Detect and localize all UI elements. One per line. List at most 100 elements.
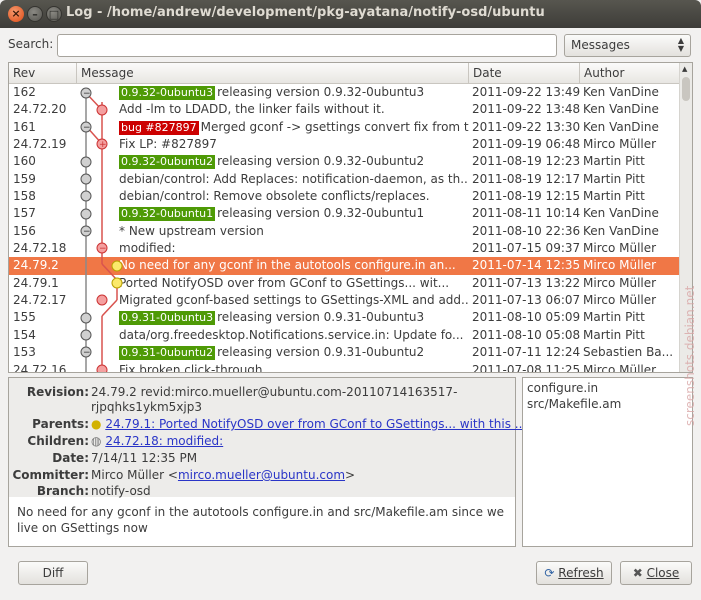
message-text: releasing version 0.9.32-0ubuntu3 (217, 85, 425, 99)
message-cell: * New upstream version (119, 223, 469, 240)
child-node-icon: ◍ (91, 434, 102, 448)
author-cell: Ken VanDine (583, 102, 659, 117)
rev-cell: 24.72.17 (13, 293, 67, 308)
column-header-author[interactable]: Author (580, 63, 680, 84)
rev-cell: 154 (13, 327, 36, 342)
close-button[interactable]: ✖ Close (620, 561, 692, 585)
date-cell: 2011-08-11 10:14 (472, 206, 580, 221)
tag-badge: 0.9.32-0ubuntu3 (119, 86, 216, 100)
table-row[interactable]: 162 0.9.32-0ubuntu3 releasing version 0.9.… (9, 84, 680, 101)
committer-value: Mirco Müller <mirco.mueller@ubuntu.com> (91, 468, 355, 482)
tag-badge: 0.9.32-0ubuntu2 (119, 155, 216, 170)
table-row[interactable]: 154 data/org.freedesktop.Notifications.se… (9, 327, 680, 344)
author-cell: Mirco Müller (583, 275, 657, 290)
table-row[interactable]: 24.72.19 Fix LP: #827897 2011-09-19 06:48 M… (9, 136, 680, 153)
date-cell: 2011-08-19 12:23 (472, 154, 580, 169)
filter-combo-value: Messages (571, 38, 630, 52)
message-text: Fix broken click-through (119, 362, 263, 373)
scroll-up-icon[interactable]: ▲ (682, 65, 687, 73)
message-text: releasing version 0.9.32-0ubuntu2 (217, 154, 425, 169)
date-cell: 2011-08-19 12:17 (472, 171, 580, 186)
minimize-window-icon[interactable]: – (27, 6, 43, 22)
bug-badge: bug #827897 (119, 120, 199, 135)
table-row[interactable]: 24.72.20 Add -lm to LDADD, the linker fai… (9, 101, 680, 118)
date-cell: 2011-08-10 05:08 (472, 327, 580, 342)
author-cell: Ken VanDine (583, 223, 659, 238)
revision-log-table[interactable]: Rev Message Date Author 162 0.9.32-0ubunt… (8, 62, 693, 373)
rev-cell: 161 (13, 119, 36, 134)
column-header-rev[interactable]: Rev (9, 63, 77, 84)
date-cell: 2011-07-15 09:37 (472, 241, 580, 256)
date-label: Date: (52, 451, 89, 465)
tag-badge: 0.9.31-0ubuntu2 (119, 346, 216, 361)
diff-button[interactable]: Diff (18, 561, 88, 585)
refresh-icon: ⟳ (544, 566, 555, 580)
table-row[interactable]: 159 debian/control: Add Replaces: notific… (9, 171, 680, 188)
message-text: Ported NotifyOSD over from GConf to GSet… (119, 275, 450, 290)
message-cell: Migrated gconf-based settings to GSettin… (119, 292, 469, 309)
author-cell: Martin Pitt (583, 154, 645, 169)
committer-email-link[interactable]: mirco.mueller@ubuntu.com (178, 468, 345, 482)
table-row[interactable]: 153 0.9.31-0ubuntu2 releasing version 0.9.… (9, 344, 680, 361)
message-text: data/org.freedesktop.Notifications.servi… (119, 327, 464, 342)
close-window-icon[interactable]: × (8, 6, 24, 22)
table-row[interactable]: 156 * New upstream version 2011-08-10 22:3… (9, 223, 680, 240)
table-row[interactable]: 24.72.16 Fix broken click-through 2011-07-… (9, 362, 680, 373)
file-item[interactable]: configure.in (527, 380, 688, 396)
message-text: Fix LP: #827897 (119, 137, 217, 152)
rev-cell: 24.72.19 (13, 137, 67, 152)
table-row[interactable]: 24.72.18 modified: 2011-07-15 09:37 Mirco M… (9, 240, 680, 257)
message-cell: 0.9.32-0ubuntu2 releasing version 0.9.32-… (119, 153, 469, 170)
window-title: Log - /home/andrew/development/pkg-ayata… (66, 5, 545, 20)
message-cell: Add -lm to LDADD, the linker fails witho… (119, 101, 469, 118)
parent-node-icon: ● (91, 417, 102, 431)
author-cell: Ken VanDine (583, 206, 659, 221)
file-item[interactable]: src/Makefile.am (527, 396, 688, 412)
table-row[interactable]: 157 0.9.32-0ubuntu1 releasing version 0.9.… (9, 205, 680, 222)
message-text: Merged gconf -> gsettings convert fix fr… (200, 119, 469, 134)
table-row[interactable]: 161 bug #827897 Merged gconf -> gsettings … (9, 119, 680, 136)
maximize-window-icon[interactable]: □ (46, 6, 62, 22)
table-row[interactable]: 158 debian/control: Remove obsolete confl… (9, 188, 680, 205)
author-cell: Martin Pitt (583, 310, 645, 325)
commit-message: No need for any gconf in the autotools c… (17, 505, 505, 535)
column-header-date[interactable]: Date (469, 63, 580, 84)
date-cell: 2011-08-10 22:36 (472, 223, 580, 238)
message-cell: bug #827897 Merged gconf -> gsettings con… (119, 119, 469, 136)
message-text: releasing version 0.9.32-0ubuntu1 (217, 206, 425, 221)
parents-link[interactable]: 24.79.1: Ported NotifyOSD over from GCon… (105, 417, 526, 431)
table-row[interactable]: 155 0.9.31-0ubuntu3 releasing version 0.9.… (9, 309, 680, 326)
refresh-button[interactable]: ⟳ Refresh (536, 561, 612, 585)
message-cell: debian/control: Remove obsolete conflict… (119, 188, 469, 205)
rev-cell: 24.72.18 (13, 241, 67, 256)
log-rows: 162 0.9.32-0ubuntu3 releasing version 0.9.… (9, 84, 680, 373)
branch-label: Branch: (36, 484, 89, 498)
children-label: Children: (27, 434, 89, 448)
scroll-thumb[interactable] (682, 77, 690, 101)
message-cell: modified: (119, 240, 469, 257)
table-row[interactable]: 24.79.1 Ported NotifyOSD over from GConf … (9, 275, 680, 292)
table-row[interactable]: 24.79.2 No need for any gconf in the auto… (9, 257, 680, 275)
column-header-message[interactable]: Message (77, 63, 469, 84)
author-cell: Mirco Müller (583, 258, 657, 273)
changed-files-list[interactable]: configure.in src/Makefile.am (522, 377, 693, 547)
author-cell: Martin Pitt (583, 327, 645, 342)
author-cell: Ken VanDine (583, 119, 659, 134)
combo-arrows-icon: ▲ ▼ (677, 36, 684, 53)
table-row[interactable]: 160 0.9.32-0ubuntu2 releasing version 0.9.… (9, 153, 680, 170)
revision-metadata: Revision: 24.79.2 revid:mirco.mueller@ub… (9, 378, 526, 498)
filter-combo[interactable]: Messages ▲ ▼ (564, 34, 691, 57)
search-input[interactable] (57, 34, 557, 57)
tag-badge: 0.9.31-0ubuntu3 (119, 311, 216, 326)
title-bar: × – □ Log - /home/andrew/development/pkg… (0, 0, 701, 28)
author-cell: Sebastien Ba... (583, 345, 674, 360)
message-text: debian/control: Remove obsolete conflict… (119, 189, 430, 204)
parents-value: ● 24.79.1: Ported NotifyOSD over from GC… (91, 417, 526, 431)
rev-cell: 153 (13, 345, 36, 360)
table-row[interactable]: 24.72.17 Migrated gconf-based settings to… (9, 292, 680, 309)
message-cell: No need for any gconf in the autotools c… (119, 257, 469, 274)
table-header: Rev Message Date Author (9, 63, 680, 84)
author-cell: Mirco Müller (583, 293, 657, 308)
rev-cell: 159 (13, 171, 36, 186)
children-link[interactable]: 24.72.18: modified: (105, 434, 223, 448)
